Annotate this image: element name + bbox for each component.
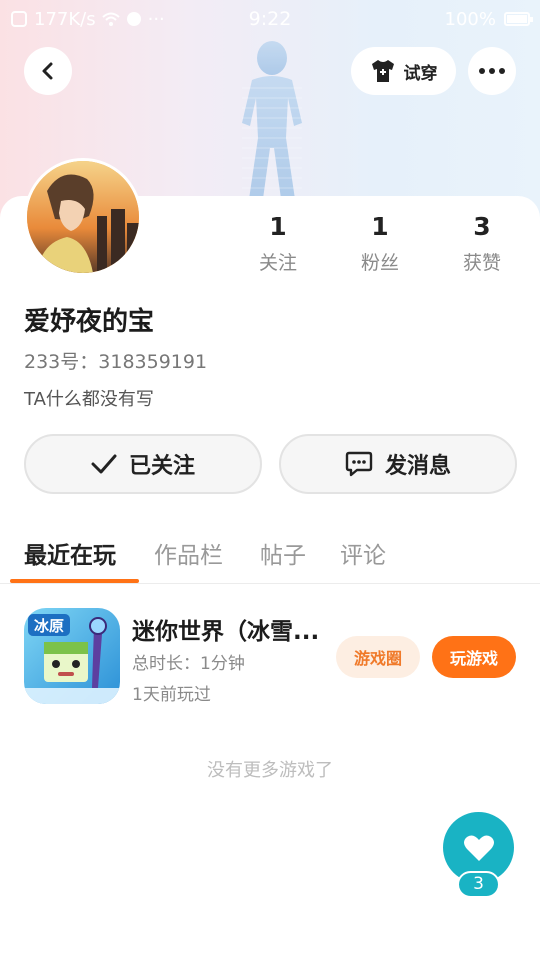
game-title[interactable]: 迷你世界（冰雪... [132,612,327,646]
try-on-button[interactable]: 试穿 [351,47,456,95]
followed-button[interactable]: 已关注 [24,434,262,494]
profile-uid: 233号：318359191 [24,347,207,374]
stat-following-label: 关注 [258,252,297,274]
game-duration: 总时长：1分钟 [132,654,245,674]
status-time: 9:22 [248,8,292,30]
more-button[interactable] [468,47,516,95]
profile-tabs: 最近在玩 作品栏 帖子 评论 [0,530,540,584]
chat-icon [345,451,373,477]
game-icon-image: 冰原 [24,608,120,704]
stat-followers[interactable]: 1 粉丝 [340,212,420,275]
stat-likes[interactable]: 3 获赞 [442,212,522,275]
avatar-figure-3d [242,41,302,206]
message-button[interactable]: 发消息 [279,434,517,494]
tab-works[interactable]: 作品栏 [154,536,223,570]
play-game-button[interactable]: 玩游戏 [432,636,516,678]
battery-icon [504,12,533,26]
game-circle-button[interactable]: 游戏圈 [336,636,420,678]
stat-likes-count: 3 [473,212,491,241]
avatar[interactable] [24,158,142,276]
followed-label: 已关注 [128,454,195,479]
stat-likes-label: 获赞 [462,252,501,274]
stat-following-count: 1 [269,212,287,241]
game-icon[interactable]: 冰原 [24,608,120,704]
message-label: 发消息 [384,454,451,479]
game-last-played: 1天前玩过 [132,685,211,705]
game-icon-label: 冰原 [34,617,64,635]
profile-name: 爱妤夜的宝 [24,307,155,337]
back-icon [42,62,53,80]
try-on-label: 试穿 [403,63,438,84]
back-button[interactable] [24,47,72,95]
tshirt-icon [371,60,394,82]
stat-followers-label: 粉丝 [360,252,399,274]
status-bar: 177K/s ··· 9:22 100% [0,0,540,38]
check-icon [91,454,117,474]
stat-following[interactable]: 1 关注 [238,212,318,275]
stat-followers-count: 1 [371,212,389,241]
like-count: 3 [457,871,500,898]
no-more-games-text: 没有更多游戏了 [207,760,333,781]
tab-comments[interactable]: 评论 [340,536,386,570]
heart-icon [463,835,494,861]
more-icon [479,68,505,74]
profile-bio: TA什么都没有写 [24,389,154,410]
tab-posts[interactable]: 帖子 [260,536,306,570]
uid-value: 318359191 [98,351,208,373]
tab-recently-played[interactable]: 最近在玩 [24,536,116,570]
active-tab-indicator [10,579,139,583]
avatar-image [27,161,139,273]
uid-label: 233号： [24,351,99,373]
